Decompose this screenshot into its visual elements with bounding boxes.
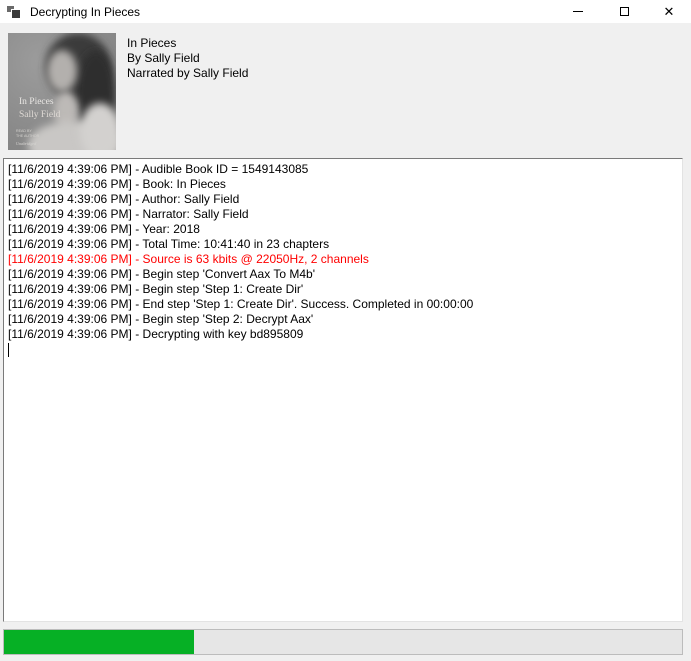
minimize-icon <box>573 11 583 12</box>
caption-buttons: ✕ <box>555 0 691 23</box>
close-button[interactable]: ✕ <box>647 0 691 23</box>
cover-author: Sally Field <box>19 110 61 120</box>
progress-bar <box>3 629 683 655</box>
log-line: [11/6/2019 4:39:06 PM] - Begin step 'Con… <box>8 267 678 282</box>
maximize-icon <box>620 7 629 16</box>
log-line: [11/6/2019 4:39:06 PM] - Begin step 'Ste… <box>8 312 678 327</box>
log-line: [11/6/2019 4:39:06 PM] - End step 'Step … <box>8 297 678 312</box>
cover-readby-2: THE AUTHOR <box>16 134 40 138</box>
progress-fill <box>4 630 194 654</box>
window-title: Decrypting In Pieces <box>30 5 140 19</box>
book-author: By Sally Field <box>127 51 248 66</box>
cover-readby-1: READ BY <box>16 129 32 133</box>
log-line: [11/6/2019 4:39:06 PM] - Decrypting with… <box>8 327 678 342</box>
app-icon <box>7 5 23 19</box>
log-line: [11/6/2019 4:39:06 PM] - Begin step 'Ste… <box>8 282 678 297</box>
close-icon: ✕ <box>664 5 675 18</box>
book-title: In Pieces <box>127 36 248 51</box>
app-window: Decrypting In Pieces ✕ <box>0 0 691 661</box>
maximize-button[interactable] <box>601 0 647 23</box>
log-line: [11/6/2019 4:39:06 PM] - Audible Book ID… <box>8 162 678 177</box>
book-narrator: Narrated by Sally Field <box>127 66 248 81</box>
log-line: [11/6/2019 4:39:06 PM] - Book: In Pieces <box>8 177 678 192</box>
log-line-error: [11/6/2019 4:39:06 PM] - Source is 63 kb… <box>8 252 678 267</box>
cover-title: In Pieces <box>19 97 54 107</box>
cover-art: In Pieces Sally Field READ BY THE AUTHOR… <box>8 33 116 150</box>
log-line: [11/6/2019 4:39:06 PM] - Author: Sally F… <box>8 192 678 207</box>
text-caret <box>8 343 9 357</box>
title-bar[interactable]: Decrypting In Pieces ✕ <box>0 0 691 23</box>
book-info: In Pieces By Sally Field Narrated by Sal… <box>127 36 248 81</box>
log-line: [11/6/2019 4:39:06 PM] - Total Time: 10:… <box>8 237 678 252</box>
book-cover-image: In Pieces Sally Field READ BY THE AUTHOR… <box>8 33 116 150</box>
log-line: [11/6/2019 4:39:06 PM] - Year: 2018 <box>8 222 678 237</box>
log-line: [11/6/2019 4:39:06 PM] - Narrator: Sally… <box>8 207 678 222</box>
minimize-button[interactable] <box>555 0 601 23</box>
book-header: In Pieces Sally Field READ BY THE AUTHOR… <box>0 23 691 158</box>
log-textbox[interactable]: [11/6/2019 4:39:06 PM] - Audible Book ID… <box>3 158 683 622</box>
cover-edition: Unabridged <box>16 141 37 146</box>
